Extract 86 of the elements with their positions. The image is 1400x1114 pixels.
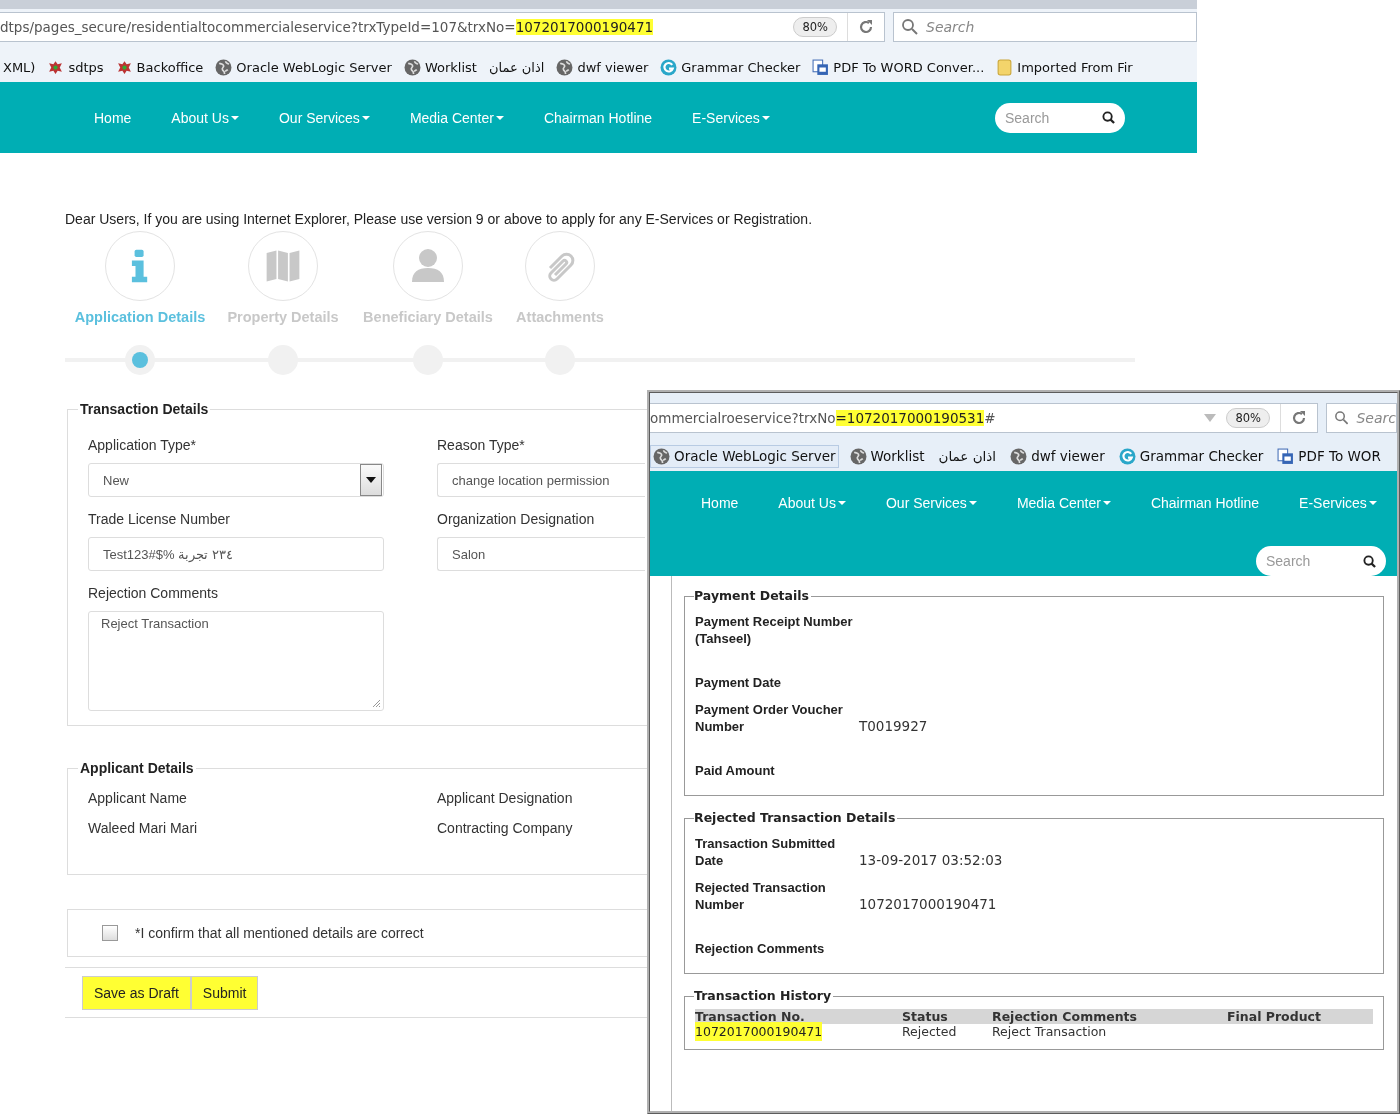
document-icon xyxy=(812,58,830,76)
input-field[interactable]: Salon xyxy=(437,537,645,571)
grammar-icon xyxy=(1118,447,1136,465)
field-label: Application Type* xyxy=(88,437,197,453)
bookmark[interactable]: Grammar Checker xyxy=(657,55,804,79)
save-draft-button[interactable]: Save as Draft xyxy=(82,976,191,1010)
person-icon xyxy=(410,248,446,284)
zoom-badge[interactable]: 80% xyxy=(1226,408,1270,428)
table-cell-text: Rejected xyxy=(902,1023,957,1041)
panel-title: Payment Details xyxy=(694,588,812,603)
panel-title: Applicant Details xyxy=(79,760,195,776)
bookmark[interactable]: dwf viewer xyxy=(553,55,652,79)
search-icon xyxy=(1102,111,1115,124)
search-icon xyxy=(1335,410,1349,426)
bookmark[interactable]: Backoffice xyxy=(112,55,207,79)
zoom-badge[interactable]: 80% xyxy=(793,17,837,37)
column-header: Rejection Comments xyxy=(992,1009,1138,1024)
field-value: Contracting Company xyxy=(437,820,573,836)
folder-icon xyxy=(996,58,1014,76)
globe-icon xyxy=(653,447,670,465)
bookmark[interactable]: اذان عمان xyxy=(935,445,1000,467)
table-cell: 1072017000190471 xyxy=(695,1022,823,1041)
field-value: 1072017000190471 xyxy=(859,896,998,913)
search-field[interactable]: Search xyxy=(893,12,1197,42)
bookmark[interactable]: Worklist xyxy=(400,55,480,79)
refresh-icon[interactable] xyxy=(1291,410,1307,426)
bookmark[interactable]: dwf viewer xyxy=(1007,444,1108,468)
field-label: Trade License Number xyxy=(88,511,231,527)
panel-title: Rejected Transaction Details xyxy=(694,810,898,825)
field-label: Payment Date xyxy=(695,674,782,691)
field-label: Applicant Designation xyxy=(437,790,573,806)
checkbox[interactable] xyxy=(102,925,118,941)
globe-icon xyxy=(1010,447,1028,465)
field-label: Applicant Name xyxy=(88,790,187,806)
bookmark[interactable]: Worklist xyxy=(846,444,928,468)
address-bar[interactable]: dtps/pages_secure/residentialtocommercialeservice?trxTypeId=107&trxNo=1072017000190471 80% xyxy=(0,12,885,42)
notice-text: Dear Users, If you are using Internet Explorer, Please use version 9 or above to apply for any E-Services or Registration. xyxy=(65,211,814,227)
field-label: Transaction Submitted Date xyxy=(695,835,837,869)
globe-icon xyxy=(403,58,421,76)
emblem-icon xyxy=(47,58,65,76)
panel-title: Transaction History xyxy=(694,988,834,1003)
field-label: Rejected Transaction Number xyxy=(695,879,827,913)
column-header: Transaction No. xyxy=(695,1009,806,1024)
field-label: Payment Receipt Number (Tahseel) xyxy=(695,613,853,647)
field-label: Paid Amount xyxy=(695,762,776,779)
panel-title: Transaction Details xyxy=(79,401,210,417)
field-value: 13-09-2017 03:52:03 xyxy=(859,852,1004,869)
globe-icon xyxy=(215,58,233,76)
refresh-icon[interactable] xyxy=(858,19,874,35)
bookmark[interactable]: Oracle WebLogic Server xyxy=(212,55,395,79)
comments-field[interactable]: Reject Transaction xyxy=(88,611,384,711)
input-field[interactable]: change location permission xyxy=(437,463,645,497)
field-label: Organization Designation xyxy=(437,511,596,527)
emblem-icon xyxy=(115,58,133,76)
column-header: Final Product xyxy=(1227,1009,1322,1024)
globe-icon xyxy=(849,447,867,465)
table-cell-text: Reject Transaction xyxy=(992,1024,1107,1041)
column-header: Status xyxy=(902,1009,949,1024)
bookmark[interactable]: اذان عمان xyxy=(485,56,548,78)
field-label: Payment Order Voucher Number xyxy=(695,701,844,735)
search-field[interactable]: Searc xyxy=(1326,403,1397,433)
grammar-icon xyxy=(660,58,678,76)
field-label: Reason Type* xyxy=(437,437,526,453)
bookmark[interactable]: Grammar Checker xyxy=(1115,444,1267,468)
select-field[interactable]: New xyxy=(88,463,384,497)
map-icon xyxy=(265,248,301,284)
field-label: Rejection Comments xyxy=(88,585,219,601)
resize-grip-icon[interactable] xyxy=(371,698,381,708)
field-value: T0019927 xyxy=(859,718,929,735)
field-label: Rejection Comments xyxy=(695,940,826,957)
input-field[interactable]: Test123#$% ٢٣٤ تجربة xyxy=(88,537,384,571)
globe-icon xyxy=(556,58,574,76)
field-value: Waleed Mari Mari xyxy=(88,820,198,836)
search-icon xyxy=(1363,554,1376,568)
dropdown-icon[interactable] xyxy=(1204,414,1217,422)
bookmark[interactable]: Imported From Fir xyxy=(993,55,1136,79)
confirm-label: *I confirm that all mentioned details are correct xyxy=(135,925,424,941)
document-icon xyxy=(1277,447,1295,465)
bookmark[interactable]: sdtps xyxy=(44,55,107,79)
bookmark[interactable]: PDF To WORD Conver... xyxy=(809,55,988,79)
address-bar[interactable]: ommercialroeservice?trxNo=1072017000190531# 80% xyxy=(650,403,1318,433)
bookmark[interactable]: Oracle WebLogic Server xyxy=(650,444,839,468)
bookmark[interactable]: PDF To WOR xyxy=(1274,444,1384,468)
search-icon xyxy=(902,19,918,35)
bookmark[interactable]: XML) xyxy=(0,56,39,78)
submit-button[interactable]: Submit xyxy=(190,976,259,1010)
